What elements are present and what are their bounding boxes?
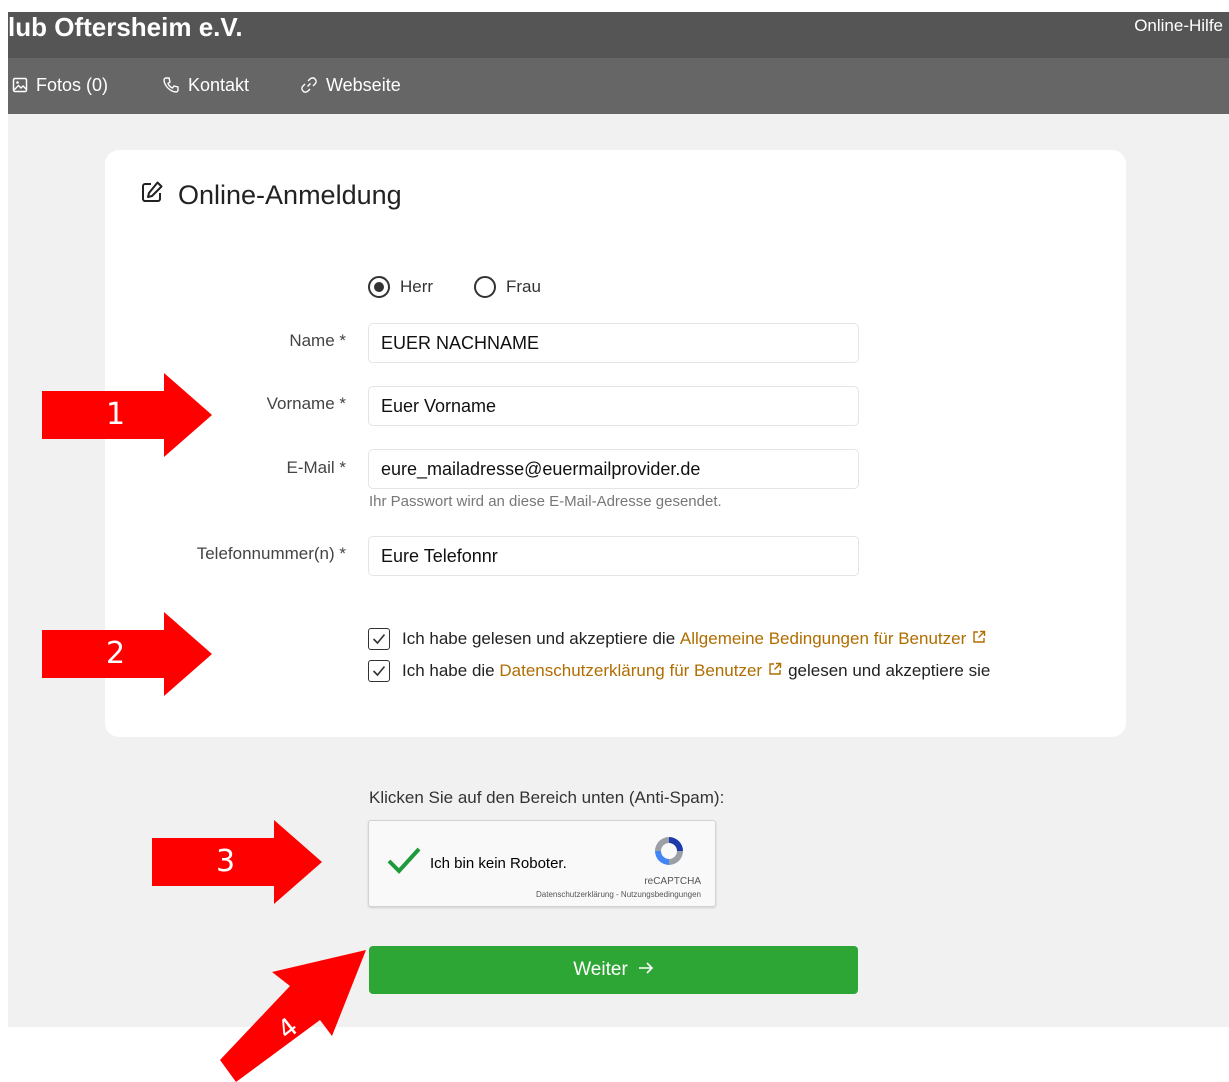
recaptcha-brand: reCAPTCHA xyxy=(644,876,701,887)
radio-herr[interactable]: Herr xyxy=(368,276,433,298)
antispam-label: Klicken Sie auf den Bereich unten (Anti-… xyxy=(369,788,725,807)
terms-checkbox[interactable] xyxy=(368,628,390,650)
annotation-label-1: 1 xyxy=(106,397,126,432)
privacy-checkbox[interactable] xyxy=(368,660,390,682)
recaptcha-logo-icon xyxy=(651,833,687,874)
privacy-consent: Ich habe die Datenschutzerklärung für Be… xyxy=(368,660,990,682)
nav-item-kontakt[interactable]: Kontakt xyxy=(162,74,249,96)
form-title: Online-Anmeldung xyxy=(140,180,402,211)
nav-label-webseite: Webseite xyxy=(326,75,401,95)
form-title-text: Online-Anmeldung xyxy=(178,180,402,210)
recaptcha-widget[interactable]: Ich bin kein Roboter. reCAPTCHA Datensch… xyxy=(368,820,716,907)
external-link-icon xyxy=(768,661,782,681)
phone-field[interactable] xyxy=(368,536,859,576)
name-label: Name * xyxy=(289,331,346,350)
phone-icon xyxy=(162,76,180,94)
email-hint: Ihr Passwort wird an diese E-Mail-Adress… xyxy=(369,493,722,510)
terms-link[interactable]: Allgemeine Bedingungen für Benutzer xyxy=(680,629,966,649)
terms-consent: Ich habe gelesen und akzeptiere die Allg… xyxy=(368,628,992,650)
captcha-checkmark-icon[interactable] xyxy=(387,846,421,879)
weiter-button[interactable]: Weiter xyxy=(369,946,858,994)
radio-herr-label: Herr xyxy=(400,277,434,296)
checkmark-icon xyxy=(372,665,386,677)
captcha-text: Ich bin kein Roboter. xyxy=(430,855,567,872)
club-title: lub Oftersheim e.V. xyxy=(8,12,243,42)
privacy-suffix: gelesen und akzeptiere sie xyxy=(788,661,991,680)
online-help-link[interactable]: Online-Hilfe xyxy=(1134,14,1223,38)
edit-icon xyxy=(140,180,164,211)
radio-frau[interactable]: Frau xyxy=(474,276,541,298)
annotation-label-3: 3 xyxy=(216,844,236,879)
nav-label-fotos: Fotos (0) xyxy=(36,75,109,95)
external-link-icon xyxy=(972,629,986,649)
nav-label-kontakt: Kontakt xyxy=(188,75,250,95)
annotation-label-2: 2 xyxy=(106,636,126,671)
checkmark-icon xyxy=(372,633,386,645)
image-icon xyxy=(12,77,28,93)
annotation-arrow-2 xyxy=(42,612,212,696)
email-label: E-Mail * xyxy=(286,458,346,477)
privacy-link[interactable]: Datenschutzerklärung für Benutzer xyxy=(499,661,762,681)
annotation-arrow-1 xyxy=(42,373,212,457)
name-field[interactable] xyxy=(368,323,859,363)
nav-item-webseite[interactable]: Webseite xyxy=(300,74,401,96)
recaptcha-links[interactable]: Datenschutzerklärung - Nutzungsbedingung… xyxy=(536,890,701,899)
annotation-arrow-4 xyxy=(220,950,366,1082)
arrow-right-icon xyxy=(638,959,654,981)
weiter-label: Weiter xyxy=(573,959,628,980)
nav-bar: Fotos (0) Kontakt Webseite xyxy=(8,58,1229,114)
annotation-arrow-3 xyxy=(152,820,322,904)
nav-item-fotos[interactable]: Fotos (0) xyxy=(12,74,108,96)
radio-frau-label: Frau xyxy=(506,277,541,296)
radio-herr-indicator[interactable] xyxy=(368,276,390,298)
radio-frau-indicator[interactable] xyxy=(474,276,496,298)
terms-prefix: Ich habe gelesen und akzeptiere die xyxy=(402,629,676,648)
header-bar: lub Oftersheim e.V. Online-Hilfe xyxy=(8,12,1229,58)
vorname-field[interactable] xyxy=(368,386,859,426)
link-icon xyxy=(300,76,318,94)
phone-label: Telefonnummer(n) * xyxy=(196,544,346,563)
privacy-prefix: Ich habe die xyxy=(402,661,495,680)
email-field[interactable] xyxy=(368,449,859,489)
